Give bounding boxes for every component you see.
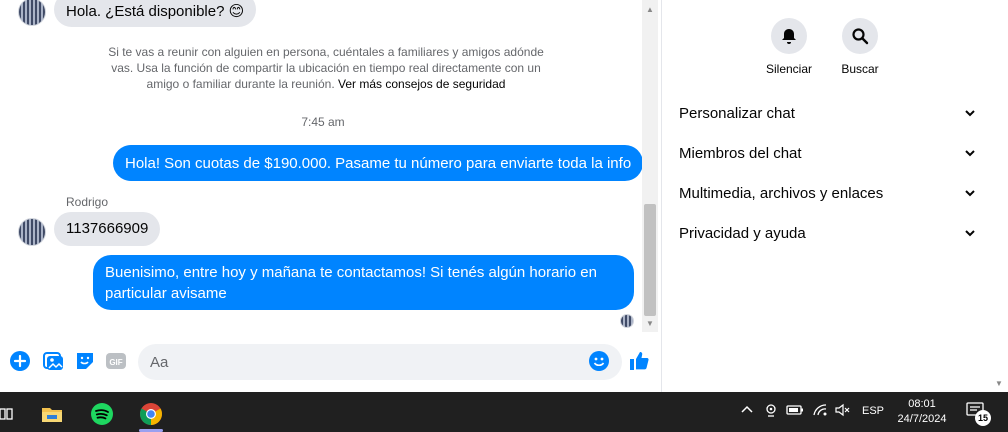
chevron-down-icon: [965, 150, 975, 157]
spotify-icon[interactable]: [82, 396, 122, 432]
section-label: Multimedia, archivos y enlaces: [679, 184, 884, 202]
composer-bar: GIF: [0, 338, 662, 386]
scroll-down-arrow[interactable]: ▼: [642, 316, 658, 332]
section-label: Privacidad y ayuda: [679, 224, 806, 242]
search-icon[interactable]: [842, 18, 878, 54]
message-incoming-first[interactable]: Hola. ¿Está disponible? 😊: [54, 0, 257, 27]
message-incoming-phone[interactable]: 1137666909: [54, 212, 161, 246]
bell-icon[interactable]: [771, 18, 807, 54]
message-input[interactable]: [138, 344, 622, 380]
message-timestamp: 7:45 am: [301, 115, 345, 129]
search-label: Buscar: [841, 62, 879, 76]
gif-label: GIF: [109, 358, 122, 367]
section-customize-chat[interactable]: Personalizar chat: [679, 101, 975, 125]
chat-info-panel: Silenciar Buscar Personalizar chat Miemb…: [663, 0, 1008, 392]
file-explorer-icon[interactable]: [32, 396, 72, 432]
notification-count: 15: [977, 413, 988, 423]
notification-count-badge: 15: [975, 410, 991, 426]
gif-icon[interactable]: GIF: [105, 350, 127, 372]
side-scrollbar[interactable]: ▼: [990, 0, 1008, 392]
webcam-icon[interactable]: [764, 403, 778, 420]
safety-notice: Si te vas a reunir con alguien en person…: [96, 44, 556, 92]
clock-date: 24/7/2024: [897, 413, 947, 425]
contact-avatar[interactable]: [18, 0, 46, 26]
chevron-up-icon[interactable]: [740, 403, 754, 420]
smile-emoji: 😊: [228, 3, 245, 20]
mute-label: Silenciar: [765, 62, 813, 76]
section-media-files-links[interactable]: Multimedia, archivos y enlaces: [679, 181, 975, 205]
messenger-window: Hola. ¿Está disponible? 😊 Si te vas a re…: [0, 0, 1008, 432]
chat-scrollbar[interactable]: ▲ ▼: [642, 0, 658, 332]
image-icon[interactable]: [42, 350, 64, 372]
sender-name: Rodrigo: [66, 195, 109, 209]
message-text: Buenisimo, entre hoy y mañana te contact…: [105, 264, 597, 302]
seen-avatar: [620, 314, 634, 328]
task-view-icon[interactable]: [0, 396, 26, 432]
scroll-down-arrow[interactable]: ▼: [995, 379, 1003, 388]
chevron-down-icon: [965, 190, 975, 197]
scroll-thumb[interactable]: [644, 204, 656, 316]
section-label: Miembros del chat: [679, 144, 802, 162]
message-outgoing-2[interactable]: Buenisimo, entre hoy y mañana te contact…: [93, 255, 634, 310]
battery-icon[interactable]: [786, 403, 804, 420]
scroll-up-arrow[interactable]: ▲: [642, 2, 658, 18]
clock-time: 08:01: [908, 398, 936, 410]
plus-circle-icon[interactable]: [9, 350, 31, 372]
language-indicator[interactable]: ESP: [862, 405, 884, 417]
message-text: 1137666909: [66, 220, 149, 237]
chat-panel: Hola. ¿Está disponible? 😊 Si te vas a re…: [0, 0, 662, 392]
chrome-icon[interactable]: [131, 396, 171, 432]
speaker-muted-icon[interactable]: [834, 403, 850, 420]
message-outgoing-1[interactable]: Hola! Son cuotas de $190.000. Pasame tu …: [113, 145, 644, 181]
clock[interactable]: 08:01 24/7/2024: [890, 397, 954, 427]
contact-avatar[interactable]: [18, 218, 46, 246]
search-action[interactable]: Buscar: [820, 18, 900, 76]
thumbs-up-icon[interactable]: [628, 350, 650, 372]
sticker-icon[interactable]: [74, 350, 96, 372]
section-chat-members[interactable]: Miembros del chat: [679, 141, 975, 165]
emoji-icon[interactable]: [588, 350, 610, 372]
windows-taskbar: ESP 08:01 24/7/2024 15: [0, 392, 1008, 432]
wifi-icon[interactable]: [812, 403, 828, 420]
chevron-down-icon: [965, 110, 975, 117]
section-privacy-help[interactable]: Privacidad y ayuda: [679, 221, 975, 245]
message-text: Hola! Son cuotas de $190.000. Pasame tu …: [125, 155, 632, 172]
mute-action[interactable]: Silenciar: [749, 18, 829, 76]
chevron-down-icon: [965, 230, 975, 237]
safety-tips-link[interactable]: Ver más consejos de seguridad: [338, 77, 505, 91]
message-text: Hola. ¿Está disponible?: [66, 3, 225, 20]
section-label: Personalizar chat: [679, 104, 795, 122]
